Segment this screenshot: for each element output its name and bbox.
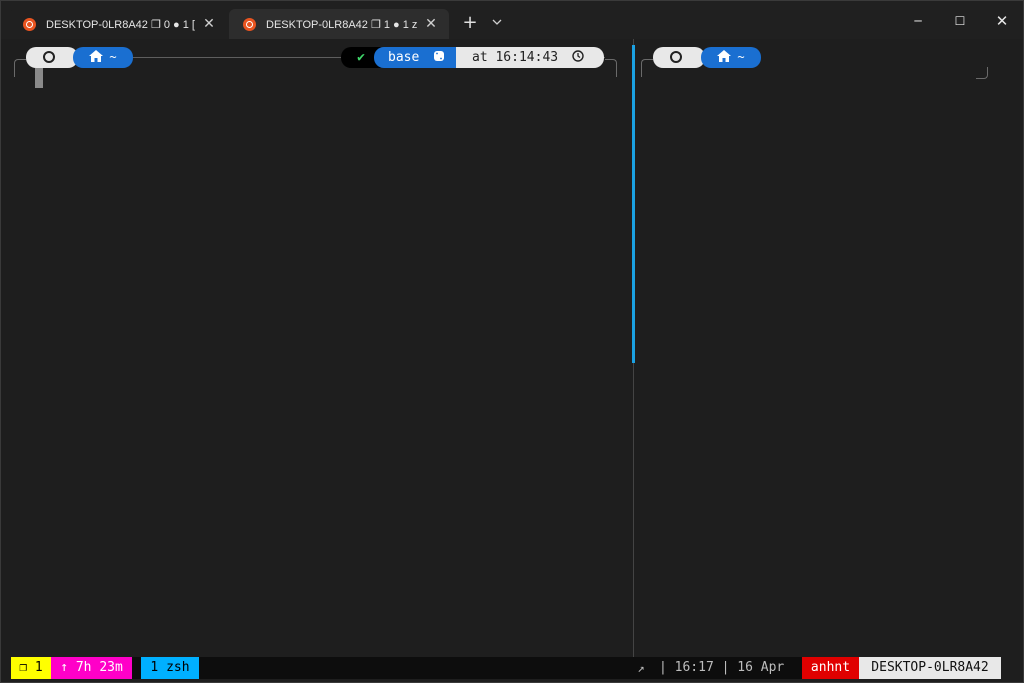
current-directory: ~ bbox=[737, 50, 745, 64]
tmux-window-tab[interactable]: 1 zsh bbox=[141, 657, 199, 679]
home-icon bbox=[89, 50, 104, 62]
os-segment bbox=[26, 47, 78, 68]
time-segment: at 16:14:43 bbox=[456, 47, 604, 68]
prefix-arrow-icon: ↗ bbox=[637, 661, 645, 675]
terminal-cursor bbox=[35, 68, 43, 88]
terminal-window: DESKTOP-0LR8A42 ❐ 0 ● 1 [tm ✕ DESKTOP-0L… bbox=[0, 0, 1024, 683]
close-icon[interactable]: ✕ bbox=[423, 16, 439, 32]
tmux-clock: | 16:17 | 16 Apr bbox=[659, 660, 785, 675]
tmux-status-bar: ❐ 1 ↑ 7h 23m 1 zsh ↗ | 16:17 | 16 Apr an… bbox=[11, 657, 1001, 679]
prompt-frame-right bbox=[605, 59, 617, 77]
terminal-pane-right[interactable] bbox=[635, 39, 1023, 657]
tmux-session-indicator[interactable]: ❐ 1 bbox=[11, 657, 51, 679]
maximize-button[interactable]: ☐ bbox=[937, 7, 983, 35]
clock-icon bbox=[572, 50, 584, 62]
ubuntu-icon bbox=[23, 17, 36, 31]
tab-title: DESKTOP-0LR8A42 ❐ 1 ● 1 zsh bbox=[266, 18, 417, 31]
home-icon bbox=[717, 50, 732, 62]
title-bar: DESKTOP-0LR8A42 ❐ 0 ● 1 [tm ✕ DESKTOP-0L… bbox=[1, 1, 1023, 39]
prompt-connector bbox=[133, 57, 343, 58]
linux-os-icon bbox=[43, 51, 55, 63]
conda-env-label: base bbox=[388, 50, 420, 65]
close-icon[interactable]: ✕ bbox=[201, 16, 217, 32]
os-segment bbox=[653, 47, 705, 68]
prompt-time: at 16:14:43 bbox=[472, 50, 559, 65]
ubuntu-icon bbox=[243, 17, 256, 31]
prompt-connector bbox=[604, 57, 605, 58]
linux-os-icon bbox=[670, 51, 682, 63]
close-window-button[interactable]: ✕ bbox=[979, 7, 1024, 35]
minimize-button[interactable]: ─ bbox=[895, 7, 941, 35]
python-icon bbox=[434, 51, 445, 61]
conda-env-segment: base bbox=[374, 47, 466, 68]
tmux-hostname: DESKTOP-0LR8A42 bbox=[859, 657, 1001, 679]
tab-zsh[interactable]: DESKTOP-0LR8A42 ❐ 1 ● 1 zsh ✕ bbox=[229, 9, 449, 39]
prompt-frame-left bbox=[14, 59, 26, 77]
tmux-username: anhnt bbox=[802, 657, 859, 679]
prompt-frame-right bbox=[976, 67, 988, 79]
tab-dropdown-button[interactable] bbox=[487, 12, 507, 34]
new-tab-button[interactable]: + bbox=[459, 12, 481, 34]
tmux-uptime: ↑ 7h 23m bbox=[51, 657, 132, 679]
home-segment: ~ bbox=[701, 47, 761, 68]
terminal-pane-left[interactable] bbox=[1, 39, 632, 657]
home-segment: ~ bbox=[73, 47, 133, 68]
prompt-frame-left bbox=[641, 59, 653, 77]
tab-tmux[interactable]: DESKTOP-0LR8A42 ❐ 0 ● 1 [tm ✕ bbox=[9, 9, 227, 39]
current-directory: ~ bbox=[109, 50, 117, 64]
chevron-down-icon bbox=[492, 19, 502, 25]
tab-title: DESKTOP-0LR8A42 ❐ 0 ● 1 [tm bbox=[46, 18, 195, 31]
